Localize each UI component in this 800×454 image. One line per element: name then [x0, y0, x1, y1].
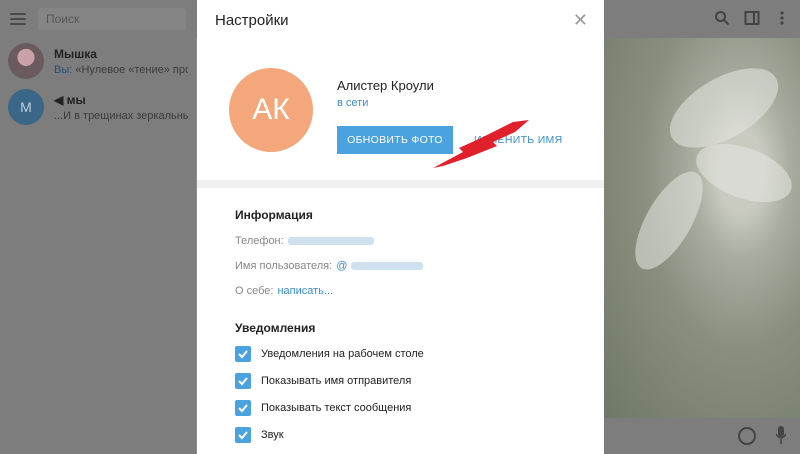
- dialog-title: Настройки: [215, 11, 289, 29]
- megaphone-icon: ◀: [54, 92, 64, 107]
- more-vertical-icon[interactable]: [774, 10, 790, 26]
- phone-row: Телефон:: [235, 235, 566, 247]
- settings-dialog: Настройки ✕ АК Алистер Кроули в сети ОБН…: [197, 0, 604, 454]
- emoji-icon[interactable]: [738, 427, 756, 445]
- chat-avatar: [8, 43, 44, 79]
- username-row: Имя пользователя: @: [235, 260, 566, 272]
- sidebar-toggle-icon[interactable]: [744, 10, 760, 26]
- chat-preview: Вы: «Нулевое «тение» проект: [54, 63, 188, 76]
- chat-wallpaper: [604, 38, 800, 418]
- red-arrow-annotation: [433, 120, 529, 168]
- profile-name: Алистер Кроули: [337, 78, 434, 93]
- avatar[interactable]: АК: [229, 68, 313, 152]
- notify-desktop-checkbox[interactable]: Уведомления на рабочем столе: [235, 345, 566, 362]
- sidebar-top: Поиск: [0, 0, 196, 38]
- hamburger-menu-icon[interactable]: [10, 13, 26, 25]
- chat-list-item[interactable]: М ◀ мы ...И в трещинах зеркальный ку: [0, 84, 196, 130]
- checkmark-icon[interactable]: [235, 399, 251, 416]
- close-icon[interactable]: ✕: [573, 11, 588, 29]
- phone-value-blurred: [287, 237, 374, 245]
- chat-name: ◀ мы: [54, 92, 86, 107]
- chat-list-item[interactable]: Мышка Вы: «Нулевое «тение» проект: [0, 38, 196, 84]
- search-icon[interactable]: [714, 10, 730, 26]
- section-divider: [197, 180, 604, 188]
- microphone-icon[interactable]: [776, 426, 786, 444]
- username-value-blurred[interactable]: [351, 262, 424, 270]
- search-input[interactable]: Поиск: [38, 8, 186, 30]
- checkmark-icon[interactable]: [235, 345, 251, 362]
- profile-section: АК Алистер Кроули в сети ОБНОВИТЬ ФОТО И…: [197, 40, 604, 180]
- online-status: в сети: [337, 97, 369, 109]
- dialog-header: Настройки ✕: [197, 0, 604, 40]
- checkmark-icon[interactable]: [235, 426, 251, 443]
- chat-name: Мышка: [54, 46, 97, 61]
- sidebar: Поиск Мышка Вы: «Нулевое «тение» проект …: [0, 0, 196, 454]
- show-sender-checkbox[interactable]: Показывать имя отправителя: [235, 372, 566, 389]
- show-message-text-checkbox[interactable]: Показывать текст сообщения: [235, 399, 566, 416]
- chat-avatar: М: [8, 89, 44, 125]
- about-edit-link[interactable]: написать...: [277, 285, 333, 297]
- info-heading: Информация: [235, 208, 313, 222]
- info-section: Информация Телефон: Имя пользователя: @ …: [197, 208, 604, 443]
- sound-checkbox[interactable]: Звук: [235, 426, 566, 443]
- notifications-heading: Уведомления: [235, 321, 316, 335]
- chat-preview: ...И в трещинах зеркальный ку: [54, 109, 188, 122]
- checkmark-icon[interactable]: [235, 372, 251, 389]
- about-row: О себе: написать...: [235, 285, 334, 297]
- message-input-bar: [604, 418, 800, 454]
